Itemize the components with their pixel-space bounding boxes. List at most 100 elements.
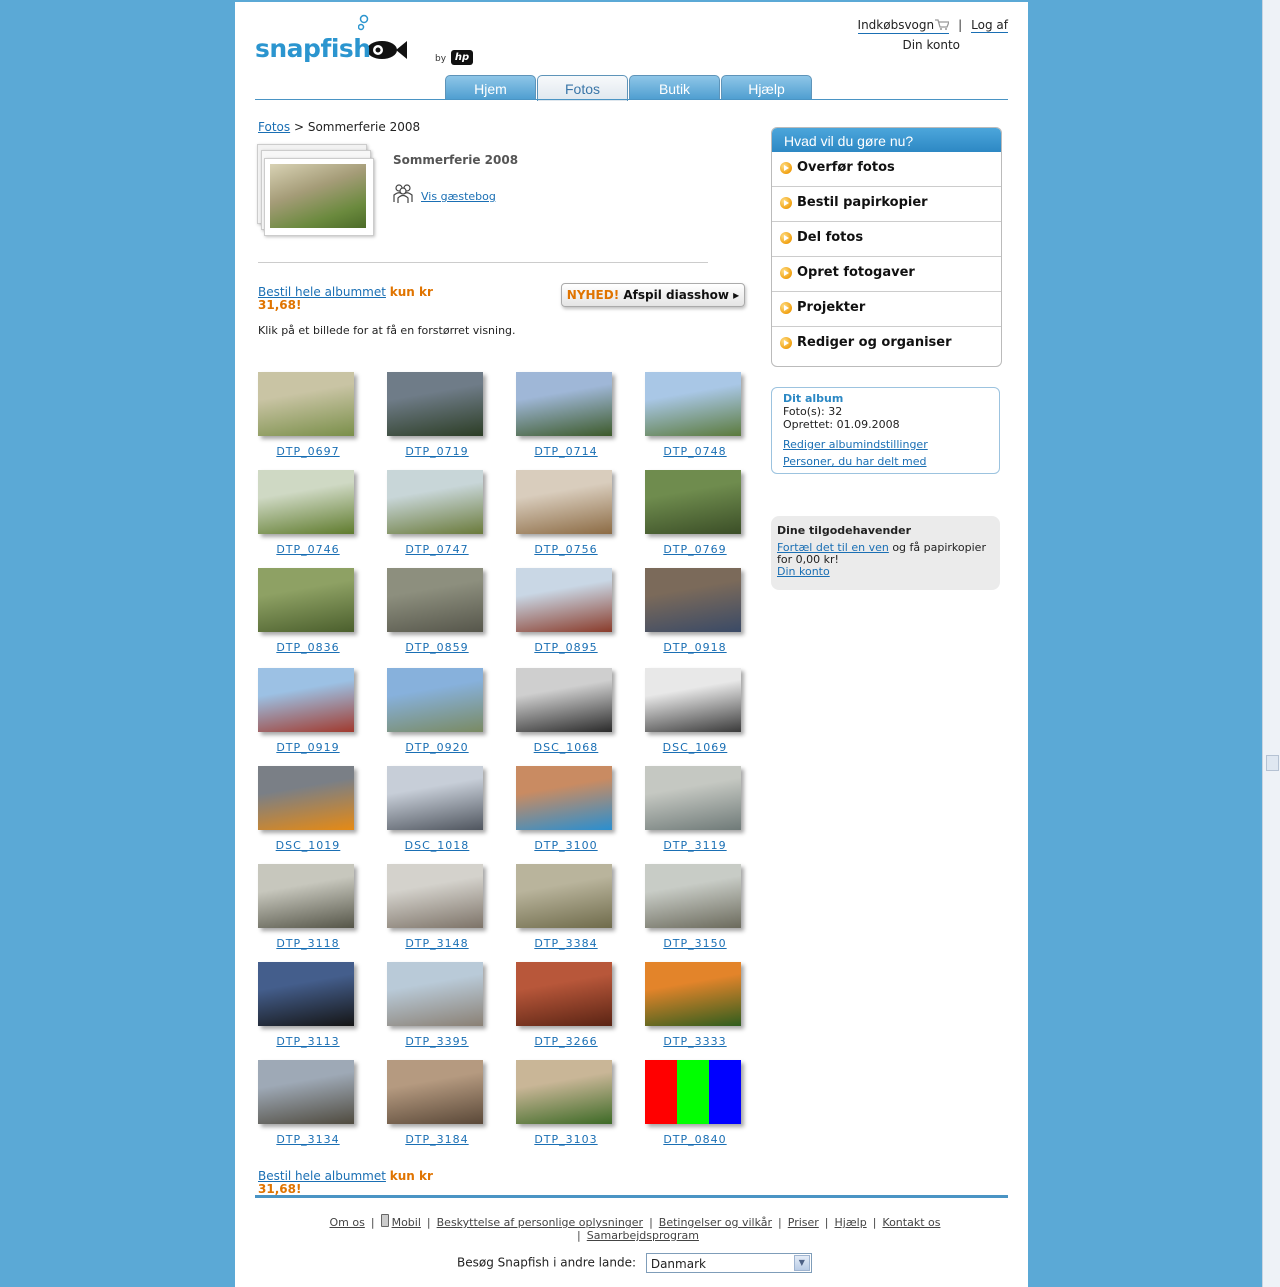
photo-caption-link[interactable]: DTP_0756: [516, 543, 616, 556]
photo-thumbnail[interactable]: [516, 372, 612, 436]
account-link[interactable]: Din konto: [858, 38, 960, 52]
action-item-4[interactable]: Projekter: [772, 292, 1001, 327]
photo-thumbnail[interactable]: [258, 668, 354, 732]
photo-thumbnail[interactable]: [258, 766, 354, 830]
photo-caption-link[interactable]: DTP_3118: [258, 937, 358, 950]
photo-thumbnail[interactable]: [387, 962, 483, 1026]
photo-thumbnail[interactable]: [258, 470, 354, 534]
tab-1[interactable]: Fotos: [537, 75, 628, 101]
photo-caption-link[interactable]: DTP_0919: [258, 741, 358, 754]
logout-link[interactable]: Log af: [971, 18, 1008, 33]
photo-caption-link[interactable]: DSC_1018: [387, 839, 487, 852]
edit-album-settings-link[interactable]: Rediger albumindstillinger: [783, 438, 988, 451]
photo-thumbnail[interactable]: [645, 568, 741, 632]
photo-thumbnail[interactable]: [516, 470, 612, 534]
order-album-link-bottom[interactable]: Bestil hele albummet: [258, 1169, 386, 1183]
photo-caption-link[interactable]: DSC_1068: [516, 741, 616, 754]
photo-thumbnail[interactable]: [516, 668, 612, 732]
scrollbar-thumb[interactable]: [1266, 755, 1279, 771]
photo-thumbnail[interactable]: [645, 962, 741, 1026]
photo-thumbnail[interactable]: [645, 668, 741, 732]
album-cover[interactable]: [257, 144, 379, 236]
slideshow-button[interactable]: NYHED! Afspil diasshow ▸: [561, 283, 745, 307]
action-item-3[interactable]: Opret fotogaver: [772, 257, 1001, 292]
photo-thumbnail[interactable]: [258, 568, 354, 632]
tab-0[interactable]: Hjem: [445, 75, 536, 100]
photo-thumbnail[interactable]: [645, 372, 741, 436]
photo-thumbnail[interactable]: [645, 470, 741, 534]
photo-caption-link[interactable]: DTP_0769: [645, 543, 745, 556]
photo-caption-link[interactable]: DTP_0719: [387, 445, 487, 458]
action-item-0[interactable]: Overfør fotos: [772, 152, 1001, 187]
footer-link-about[interactable]: Om os: [330, 1216, 365, 1229]
photo-thumbnail[interactable]: [516, 568, 612, 632]
footer-link-partner[interactable]: Samarbejdsprogram: [587, 1229, 699, 1242]
photo-thumbnail[interactable]: [387, 864, 483, 928]
photo-thumbnail[interactable]: [645, 1060, 741, 1124]
photo-caption-link[interactable]: DTP_3150: [645, 937, 745, 950]
credits-account-link[interactable]: Din konto: [777, 565, 830, 578]
shared-with-link[interactable]: Personer, du har delt med: [783, 455, 988, 468]
photo-caption-link[interactable]: DTP_0840: [645, 1133, 745, 1146]
tab-2[interactable]: Butik: [629, 75, 720, 100]
photo-caption-link[interactable]: DTP_3266: [516, 1035, 616, 1048]
snapfish-logo[interactable]: snapfish by hp: [255, 14, 473, 66]
photo-caption-link[interactable]: DTP_3134: [258, 1133, 358, 1146]
photo-thumbnail[interactable]: [516, 766, 612, 830]
guestbook-link[interactable]: Vis gæstebog: [421, 190, 496, 203]
photo-caption-link[interactable]: DSC_1069: [645, 741, 745, 754]
country-select[interactable]: Danmark ▼: [645, 1253, 812, 1273]
photo-caption-link[interactable]: DTP_0918: [645, 641, 745, 654]
photo-thumbnail[interactable]: [258, 372, 354, 436]
photo-thumbnail[interactable]: [516, 1060, 612, 1124]
photo-caption-link[interactable]: DTP_0895: [516, 641, 616, 654]
photo-thumbnail[interactable]: [516, 962, 612, 1026]
footer-link-mobile[interactable]: Mobil: [392, 1216, 421, 1229]
photo-caption-link[interactable]: DTP_0836: [258, 641, 358, 654]
photo-thumbnail[interactable]: [258, 864, 354, 928]
photo-caption-link[interactable]: DTP_0859: [387, 641, 487, 654]
action-item-5[interactable]: Rediger og organiser: [772, 327, 1001, 361]
chevron-down-icon: ▼: [793, 1255, 810, 1271]
photo-caption-link[interactable]: DTP_3148: [387, 937, 487, 950]
photo-thumbnail[interactable]: [645, 864, 741, 928]
action-item-1[interactable]: Bestil papirkopier: [772, 187, 1001, 222]
tab-3[interactable]: Hjælp: [721, 75, 812, 100]
photo-caption-link[interactable]: DSC_1019: [258, 839, 358, 852]
order-album-link[interactable]: Bestil hele albummet: [258, 285, 386, 299]
photo-thumbnail[interactable]: [258, 962, 354, 1026]
guestbook-people-icon: [393, 184, 413, 203]
photo-thumbnail[interactable]: [387, 568, 483, 632]
photo-caption-link[interactable]: DTP_3395: [387, 1035, 487, 1048]
photo-caption-link[interactable]: DTP_3103: [516, 1133, 616, 1146]
photo-thumbnail[interactable]: [645, 766, 741, 830]
photo-thumbnail[interactable]: [516, 864, 612, 928]
footer-link-contact[interactable]: Kontakt os: [882, 1216, 940, 1229]
footer-link-privacy[interactable]: Beskyttelse af personlige oplysninger: [437, 1216, 643, 1229]
photo-caption-link[interactable]: DTP_0747: [387, 543, 487, 556]
photo-thumbnail[interactable]: [387, 372, 483, 436]
photo-caption-link[interactable]: DTP_0714: [516, 445, 616, 458]
photo-thumbnail[interactable]: [258, 1060, 354, 1124]
photo-thumbnail[interactable]: [387, 766, 483, 830]
photo-caption-link[interactable]: DTP_3113: [258, 1035, 358, 1048]
photo-caption-link[interactable]: DTP_0748: [645, 445, 745, 458]
photo-caption-link[interactable]: DTP_3119: [645, 839, 745, 852]
footer-link-help[interactable]: Hjælp: [835, 1216, 867, 1229]
cart-link[interactable]: Indkøbsvogn: [857, 18, 951, 34]
photo-caption-link[interactable]: DTP_3100: [516, 839, 616, 852]
photo-caption-link[interactable]: DTP_3384: [516, 937, 616, 950]
photo-thumbnail[interactable]: [387, 470, 483, 534]
photo-caption-link[interactable]: DTP_3333: [645, 1035, 745, 1048]
footer-link-prices[interactable]: Priser: [788, 1216, 819, 1229]
photo-thumbnail[interactable]: [387, 668, 483, 732]
action-item-2[interactable]: Del fotos: [772, 222, 1001, 257]
photo-thumbnail[interactable]: [387, 1060, 483, 1124]
photo-caption-link[interactable]: DTP_0697: [258, 445, 358, 458]
photo-caption-link[interactable]: DTP_0920: [387, 741, 487, 754]
photo-caption-link[interactable]: DTP_0746: [258, 543, 358, 556]
breadcrumb-fotos-link[interactable]: Fotos: [258, 120, 290, 134]
vertical-scrollbar[interactable]: [1262, 0, 1280, 1287]
footer-link-terms[interactable]: Betingelser og vilkår: [659, 1216, 772, 1229]
photo-caption-link[interactable]: DTP_3184: [387, 1133, 487, 1146]
